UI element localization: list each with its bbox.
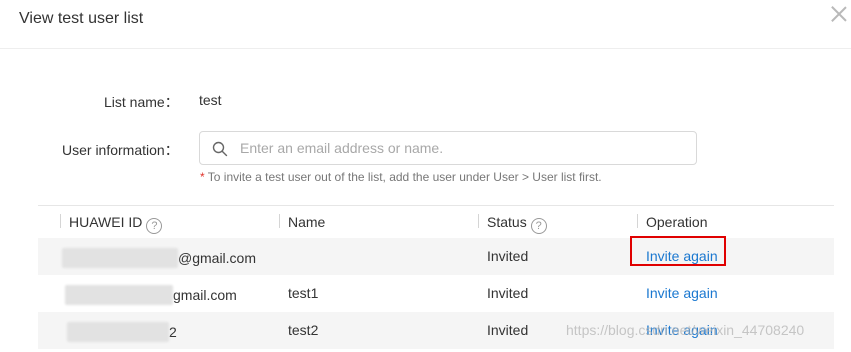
dialog-header: View test user list	[0, 0, 851, 49]
table-row: gmail.com test1 Invited Invite again	[38, 275, 834, 312]
cell-status: Invited	[487, 285, 529, 301]
column-header-name: Name	[288, 214, 326, 230]
dialog-title: View test user list	[19, 10, 144, 27]
redacted-id	[65, 285, 173, 305]
list-name-label: List name：	[104, 94, 179, 110]
column-separator	[279, 214, 280, 228]
hint-text: * To invite a test user out of the list,…	[200, 170, 602, 184]
cell-huawei-id: gmail.com	[65, 285, 237, 305]
cell-name: test1	[288, 285, 319, 301]
id-suffix: 2	[169, 324, 177, 340]
invite-again-link[interactable]: Invite again	[646, 285, 718, 301]
cell-status: Invited	[487, 322, 529, 338]
table-header: HUAWEI ID? Name Status? Operation	[38, 205, 834, 239]
list-name-value: test	[199, 92, 222, 108]
search-icon	[212, 141, 228, 157]
search-box[interactable]	[199, 131, 697, 165]
hint-message: To invite a test user out of the list, a…	[204, 170, 602, 184]
column-separator	[637, 214, 638, 228]
cell-huawei-id: 2	[67, 322, 177, 342]
cell-huawei-id: @gmail.com	[62, 248, 256, 268]
help-icon[interactable]: ?	[146, 218, 163, 234]
id-suffix: @gmail.com	[178, 250, 257, 266]
help-icon[interactable]: ?	[530, 218, 547, 234]
column-label-status: Status	[487, 214, 527, 230]
cell-name: test2	[288, 322, 319, 338]
column-header-huawei-id: HUAWEI ID?	[69, 214, 163, 234]
column-separator	[478, 214, 479, 228]
search-input[interactable]	[240, 137, 680, 159]
invite-again-link[interactable]: Invite again	[646, 248, 718, 264]
column-separator	[60, 214, 61, 228]
watermark: https://blog.csdn.net/weixin_44708240	[566, 322, 805, 338]
column-header-operation: Operation	[646, 214, 708, 230]
table-row: @gmail.com Invited Invite again	[38, 236, 834, 275]
column-label-huawei-id: HUAWEI ID	[69, 214, 143, 230]
dialog: View test user list List name： test User…	[0, 0, 851, 352]
user-information-label: User information：	[62, 142, 179, 158]
cell-status: Invited	[487, 248, 529, 264]
id-suffix: gmail.com	[173, 287, 237, 303]
redacted-id	[62, 248, 178, 268]
close-icon[interactable]	[831, 6, 847, 22]
column-header-status: Status?	[487, 214, 547, 234]
redacted-id	[67, 322, 169, 342]
